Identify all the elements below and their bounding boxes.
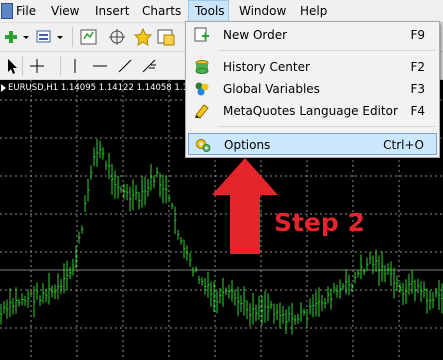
menu-item-global-variables[interactable]: Global Variables F3 (188, 78, 437, 100)
chart-title-marker-icon (1, 83, 6, 92)
menu-item-shortcut: F3 (410, 82, 425, 96)
crosshair-icon[interactable] (27, 56, 47, 76)
cursor-icon[interactable] (2, 56, 22, 76)
menu-charts[interactable]: Charts (136, 0, 187, 22)
menu-file[interactable]: File (10, 0, 42, 22)
menu-item-label: New Order (223, 28, 288, 42)
global-variables-icon (194, 81, 210, 97)
menu-insert[interactable]: Insert (89, 0, 135, 22)
menu-help[interactable]: Help (294, 0, 333, 22)
menu-item-shortcut: Ctrl+O (383, 138, 424, 152)
menu-item-label: History Center (223, 60, 310, 74)
menu-item-new-order[interactable]: New Order F9 (188, 24, 437, 46)
menu-item-shortcut: F9 (410, 28, 425, 42)
menu-item-shortcut: F4 (410, 104, 425, 118)
new-chart-icon[interactable] (2, 27, 22, 47)
favorites-icon[interactable] (133, 27, 153, 47)
menu-item-shortcut: F2 (410, 60, 425, 74)
new-chart-dropdown-icon[interactable] (21, 27, 31, 47)
profiles-dropdown-icon[interactable] (55, 27, 65, 47)
menu-separator (219, 50, 435, 51)
history-center-icon (194, 59, 210, 75)
menu-item-label: Options (224, 138, 271, 152)
chart-title: EURUSD,H1 1.14095 1.14122 1.14058 1.1 (0, 80, 188, 96)
tools-menu: New Order F9 History Center F2 Global Va… (185, 21, 440, 158)
menu-item-metaquotes-language-editor[interactable]: MetaQuotes Language Editor F4 (188, 100, 437, 122)
menu-view[interactable]: View (45, 0, 85, 22)
terminal-icon[interactable] (156, 27, 176, 47)
menu-item-label: MetaQuotes Language Editor (223, 104, 398, 118)
step-arrow-icon (212, 158, 278, 254)
new-order-icon (194, 27, 210, 43)
language-editor-icon (194, 103, 210, 119)
horizontal-line-icon[interactable] (90, 56, 110, 76)
menu-window[interactable]: Window (233, 0, 292, 22)
menu-bar: File View Insert Charts Tools Window Hel… (0, 0, 443, 23)
profiles-icon[interactable] (34, 27, 54, 47)
fibonacci-icon[interactable] (140, 56, 160, 76)
trendline-icon[interactable] (115, 56, 135, 76)
vertical-line-icon[interactable] (65, 56, 85, 76)
menu-item-history-center[interactable]: History Center F2 (188, 56, 437, 78)
step-label: Step 2 (274, 208, 365, 237)
menu-separator (219, 126, 435, 127)
options-icon (195, 137, 211, 153)
navigator-icon[interactable] (107, 27, 127, 47)
market-watch-icon[interactable] (79, 27, 99, 47)
menu-item-options[interactable]: Options Ctrl+O (188, 133, 437, 155)
menu-item-label: Global Variables (223, 82, 320, 96)
menu-tools[interactable]: Tools (188, 0, 229, 22)
